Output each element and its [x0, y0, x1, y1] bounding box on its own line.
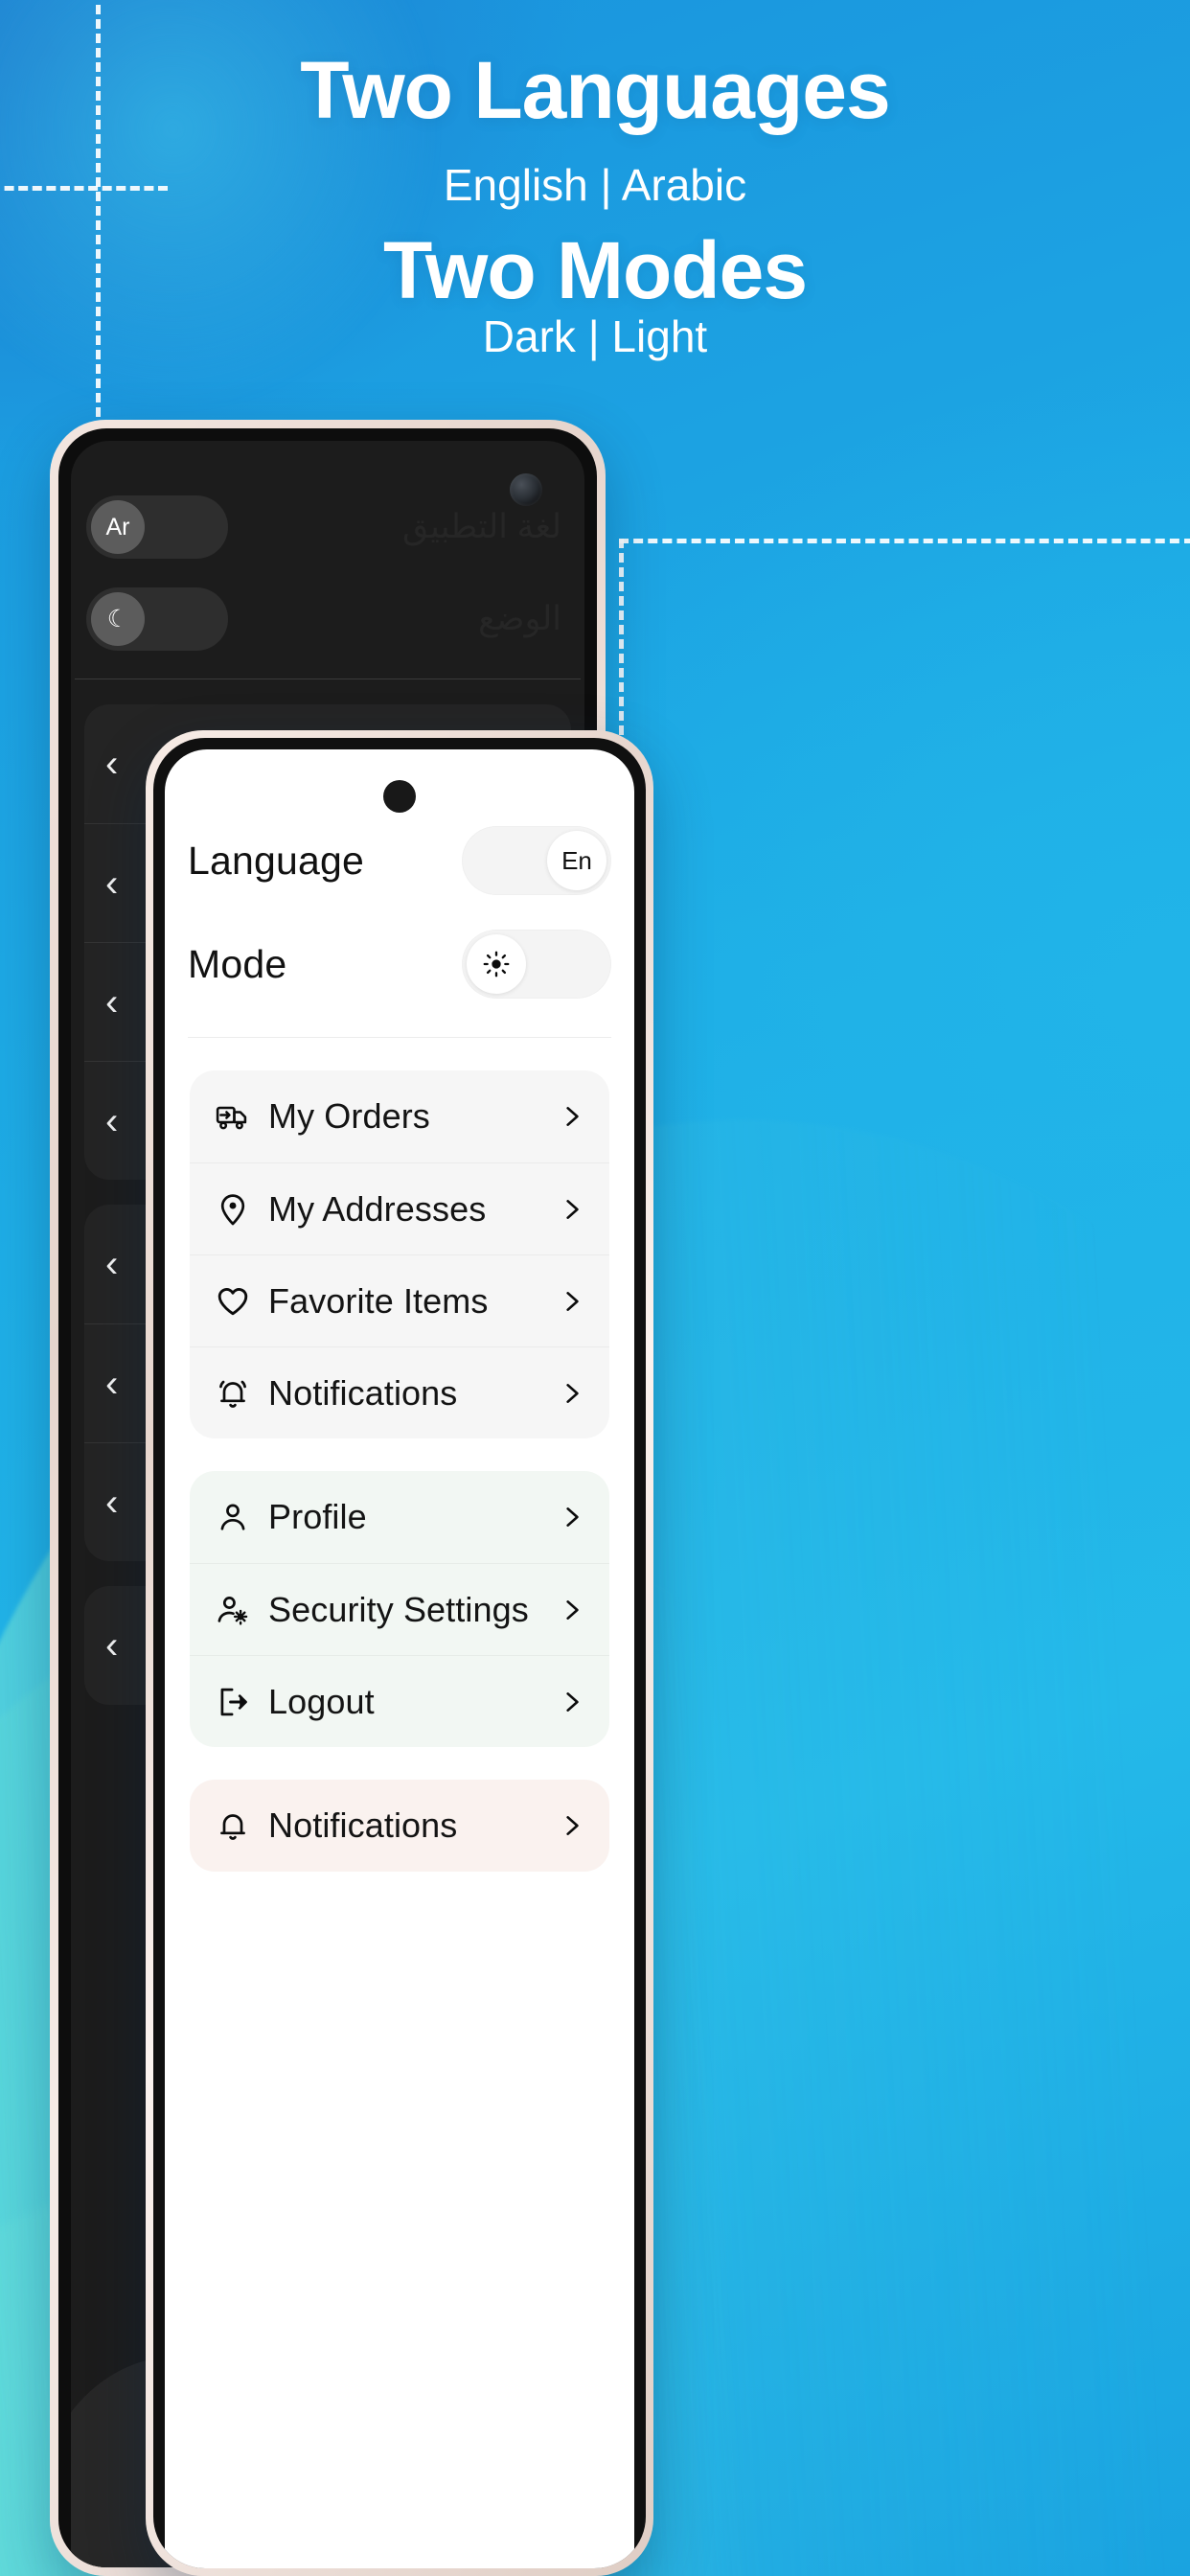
light-menu-group-1: My Orders My Addresses Favorite Items No…: [190, 1070, 609, 1438]
list-item-notifications[interactable]: Notifications: [190, 1346, 609, 1438]
chevron-left-icon: ‹: [105, 1362, 119, 1405]
list-item-label: Security Settings: [268, 1589, 529, 1629]
chevron-left-icon: ‹: [105, 1481, 119, 1524]
dark-language-toggle[interactable]: Ar: [86, 495, 228, 559]
hero-subtitle-languages: English | Arabic: [443, 160, 747, 210]
dark-language-row[interactable]: Ar لغة التطبيق: [71, 481, 584, 573]
list-item-notifications-bottom[interactable]: Notifications: [190, 1780, 609, 1872]
dark-language-label: لغة التطبيق: [401, 508, 561, 545]
location-icon: [215, 1191, 251, 1228]
light-menu-group-3: Notifications: [190, 1780, 609, 1872]
light-menu-group-2: Profile Security Settings Logout: [190, 1471, 609, 1747]
light-language-toggle-knob: En: [547, 831, 606, 890]
light-divider: [188, 1037, 611, 1038]
truck-icon: [215, 1098, 251, 1135]
chevron-right-icon: [560, 1813, 584, 1838]
light-mode-row[interactable]: Mode: [188, 912, 611, 1016]
front-camera-icon: [383, 780, 416, 813]
list-item-label: My Addresses: [268, 1188, 487, 1229]
list-item-my-addresses[interactable]: My Addresses: [190, 1162, 609, 1254]
chevron-left-icon: ‹: [105, 1624, 119, 1667]
dark-divider: [75, 678, 581, 679]
moon-icon: ☾: [91, 592, 145, 646]
list-item-logout[interactable]: Logout: [190, 1655, 609, 1747]
chevron-right-icon: [560, 1505, 584, 1530]
chevron-left-icon: ‹: [105, 980, 119, 1024]
chevron-right-icon: [560, 1289, 584, 1314]
heart-icon: [215, 1283, 251, 1320]
user-icon: [215, 1499, 251, 1535]
promo-screenshot: Two Languages English | Arabic Two Modes…: [0, 0, 1190, 2576]
sun-icon: [467, 934, 526, 994]
dark-mode-toggle[interactable]: ☾: [86, 587, 228, 651]
logout-icon: [215, 1684, 251, 1720]
list-item-label: Logout: [268, 1681, 375, 1721]
dark-mode-label: الوضع: [478, 600, 561, 637]
hero-subtitle-modes: Dark | Light: [482, 311, 708, 361]
dark-language-toggle-knob: Ar: [91, 500, 145, 554]
bell-icon: [215, 1807, 251, 1844]
chevron-right-icon: [560, 1381, 584, 1406]
phone-mockup-light: Language En Mode My Orders My Addresses …: [146, 730, 653, 2576]
chevron-right-icon: [560, 1598, 584, 1622]
list-item-label: Profile: [268, 1497, 367, 1536]
chevron-left-icon: ‹: [105, 1099, 119, 1142]
light-mode-label: Mode: [188, 941, 287, 986]
phone-screen-light: Language En Mode My Orders My Addresses …: [165, 749, 634, 2568]
list-item-favorite-items[interactable]: Favorite Items: [190, 1254, 609, 1346]
list-item-label: Notifications: [268, 1372, 458, 1413]
list-item-label: Favorite Items: [268, 1280, 489, 1321]
list-item-profile[interactable]: Profile: [190, 1471, 609, 1563]
guide-line-horizontal-right: [619, 539, 1190, 543]
light-language-label: Language: [188, 838, 365, 883]
chevron-left-icon: ‹: [105, 743, 119, 785]
hero-title-modes: Two Modes: [382, 225, 808, 315]
chevron-left-icon: ‹: [105, 1243, 119, 1285]
chevron-left-icon: ‹: [105, 862, 119, 905]
chevron-right-icon: [560, 1690, 584, 1714]
guide-line-vertical-right: [619, 539, 624, 749]
bell-icon: [215, 1375, 251, 1412]
chevron-right-icon: [560, 1197, 584, 1222]
hero-title-languages: Two Languages: [300, 45, 890, 135]
list-item-label: Notifications: [268, 1806, 458, 1845]
list-item-label: My Orders: [268, 1096, 430, 1136]
light-language-toggle[interactable]: En: [462, 826, 611, 895]
dark-mode-row[interactable]: ☾ الوضع: [71, 573, 584, 665]
chevron-right-icon: [560, 1104, 584, 1129]
phone-bezel-light: Language En Mode My Orders My Addresses …: [153, 738, 646, 2568]
list-item-security-settings[interactable]: Security Settings: [190, 1563, 609, 1655]
front-camera-icon: [510, 473, 542, 506]
light-language-row[interactable]: Language En: [188, 809, 611, 912]
list-item-my-orders[interactable]: My Orders: [190, 1070, 609, 1162]
light-mode-toggle[interactable]: [462, 930, 611, 999]
user-gear-icon: [215, 1592, 251, 1628]
